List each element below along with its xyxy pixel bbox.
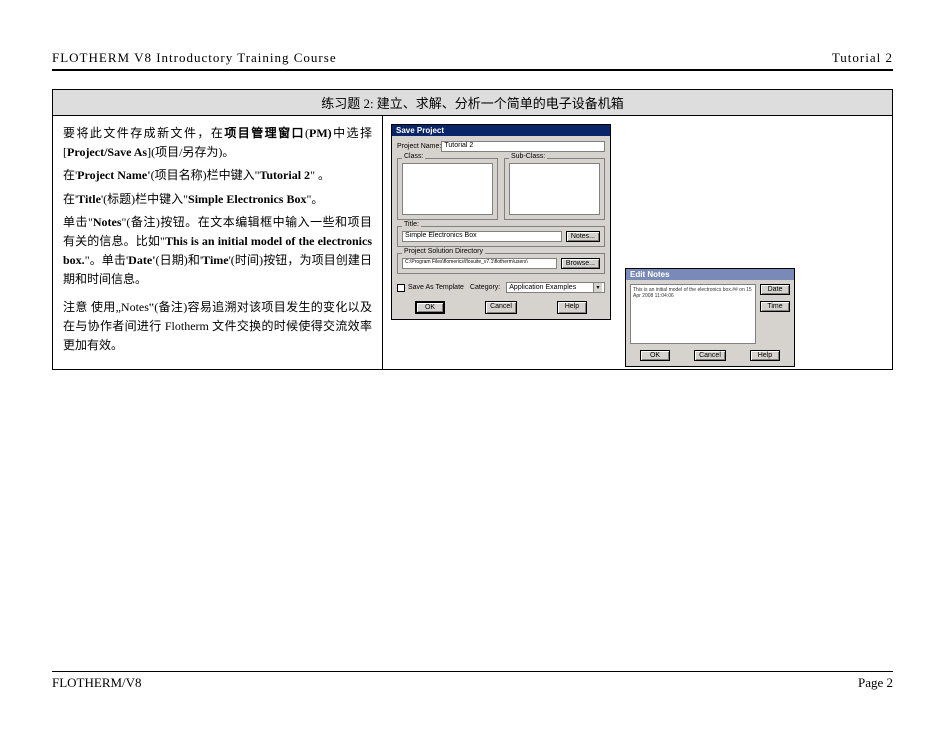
instructions-text: 要将此文件存成新文件，在项目管理窗口(PM)中选择[Project/Save A… (53, 116, 383, 369)
project-name-input[interactable]: Tutorial 2 (441, 141, 605, 152)
chevron-down-icon: ▾ (593, 283, 602, 292)
browse-button[interactable]: Browse... (561, 258, 600, 269)
header-right: Tutorial 2 (832, 50, 893, 66)
title-fieldset: Title: Simple Electronics Box Notes... (397, 226, 605, 247)
exercise-box: 练习题 2: 建立、求解、分析一个简单的电子设备机箱 要将此文件存成新文件，在项… (52, 89, 893, 370)
screenshot-area: Save Project Project Name: Tutorial 2 Cl… (383, 116, 892, 369)
dialog-title: Save Project (392, 125, 610, 136)
notes-button[interactable]: Notes... (566, 231, 600, 242)
exercise-title: 练习题 2: 建立、求解、分析一个简单的电子设备机箱 (53, 90, 892, 116)
cancel-button[interactable]: Cancel (485, 301, 517, 314)
page-footer: FLOTHERM/V8 Page 2 (52, 671, 893, 691)
save-as-template-checkbox[interactable]: Save As Template (397, 284, 464, 292)
title-input[interactable]: Simple Electronics Box (402, 231, 562, 242)
notes-cancel-button[interactable]: Cancel (694, 350, 726, 361)
notes-dialog-title: Edit Notes (626, 269, 794, 280)
date-button[interactable]: Date (760, 284, 790, 295)
project-name-label: Project Name: (397, 143, 441, 150)
help-button[interactable]: Help (557, 301, 587, 314)
directory-input[interactable]: C:\Program Files\flomerics\flosuite_v7.1… (402, 258, 557, 269)
time-button[interactable]: Time (760, 301, 790, 312)
footer-left: FLOTHERM/V8 (52, 675, 142, 691)
edit-notes-dialog: Edit Notes This is an initial model of t… (625, 268, 795, 367)
notes-ok-button[interactable]: OK (640, 350, 670, 361)
class-fieldset: Class: (397, 158, 498, 220)
page-header: FLOTHERM V8 Introductory Training Course… (52, 50, 893, 71)
subclass-listbox[interactable] (509, 163, 600, 215)
category-label: Category: (470, 284, 500, 291)
header-left: FLOTHERM V8 Introductory Training Course (52, 50, 337, 66)
class-listbox[interactable] (402, 163, 493, 215)
save-project-dialog: Save Project Project Name: Tutorial 2 Cl… (391, 124, 611, 320)
notes-help-button[interactable]: Help (750, 350, 780, 361)
directory-fieldset: Project Solution Directory C:\Program Fi… (397, 253, 605, 274)
category-select[interactable]: Application Examples ▾ (506, 282, 605, 293)
notes-textarea[interactable]: This is an initial model of the electron… (630, 284, 756, 344)
footer-right: Page 2 (858, 675, 893, 691)
subclass-fieldset: Sub-Class: (504, 158, 605, 220)
ok-button[interactable]: OK (415, 301, 445, 314)
checkbox-icon (397, 284, 405, 292)
